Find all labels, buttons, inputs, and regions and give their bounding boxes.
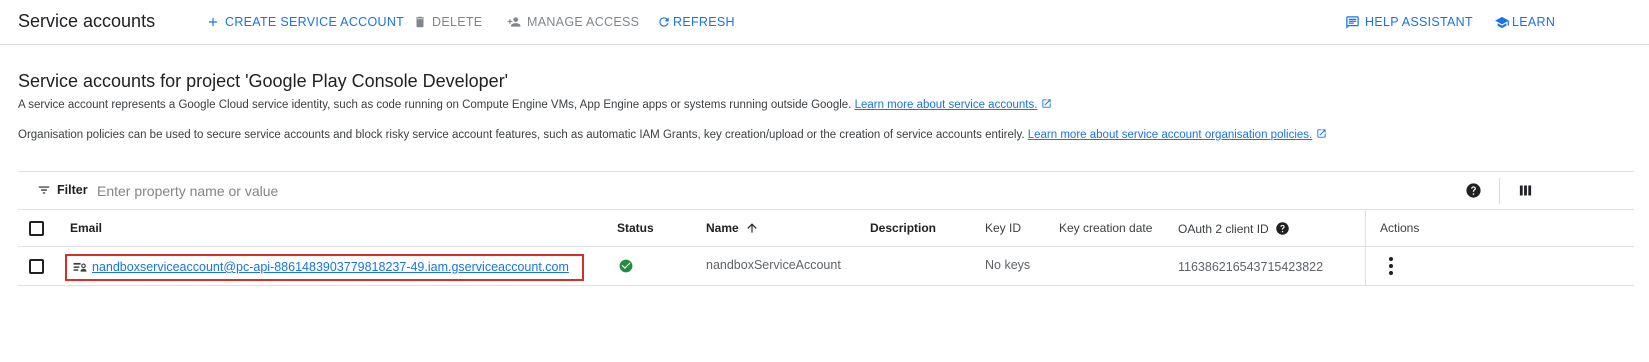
column-header-email-label: Email [70,221,103,235]
row-actions-button[interactable] [1384,256,1398,281]
email-highlight-box: nandboxserviceaccount@pc-api-88614839037… [65,254,584,281]
manage-access-button[interactable]: MANAGE ACCESS [506,12,639,32]
help-circle-icon[interactable] [1275,221,1290,236]
column-header-actions-label: Actions [1380,221,1420,235]
email-cell: nandboxserviceaccount@pc-api-88614839037… [73,260,569,274]
filter-input[interactable] [97,181,697,201]
create-service-account-label: CREATE SERVICE ACCOUNT [225,15,405,29]
plus-icon [208,17,218,27]
column-header-oauth-client-id: OAuth 2 client ID [1178,221,1290,236]
service-account-icon [73,262,87,272]
open-in-new-icon [1042,99,1052,108]
oauth-client-id-value: 116386216543715423822 [1178,260,1324,274]
create-service-account-button[interactable]: CREATE SERVICE ACCOUNT [206,12,404,32]
open-in-new-icon [1317,129,1326,138]
trash-icon [415,16,425,28]
more-vert-icon [1389,257,1393,275]
check-circle-icon [619,259,633,273]
table-row: nandboxserviceaccount@pc-api-88614839037… [18,247,1634,286]
refresh-label: REFRESH [673,15,735,29]
column-header-key-id-label: Key ID [985,221,1022,235]
org-policy-description-text: Organisation policies can be used to sec… [18,129,1025,141]
help-circle-icon [1466,183,1481,198]
chat-icon [1346,15,1359,29]
column-header-status[interactable]: Status [617,221,654,235]
learn-label: LEARN [1512,15,1556,29]
column-header-description[interactable]: Description [870,221,936,235]
columns-icon [1519,185,1532,196]
service-account-description-text: A service account represents a Google Cl… [18,99,852,111]
manage-access-label: MANAGE ACCESS [527,15,640,29]
column-header-actions: Actions [1380,221,1419,235]
key-id-value: No keys [985,258,1031,272]
service-account-description: A service account represents a Google Cl… [18,98,1052,111]
page-title: Service accounts [18,11,156,31]
learn-more-service-accounts-label: Learn more about service accounts. [854,99,1038,111]
section-title: Service accounts for project 'Google Pla… [18,71,509,91]
filter-button[interactable]: Filter [37,183,88,197]
school-icon [1495,16,1509,28]
service-account-name: nandboxServiceAccount [706,258,841,272]
column-header-key-id: Key ID [985,221,1021,235]
learn-more-service-accounts-link[interactable]: Learn more about service accounts. [855,99,1038,111]
row-select-checkbox[interactable] [29,259,44,274]
learn-more-org-policies-label: Learn more about service account organis… [1027,129,1313,141]
column-header-status-label: Status [617,221,654,235]
column-header-oauth-client-id-label: OAuth 2 client ID [1178,221,1269,236]
refresh-button[interactable]: REFRESH [657,12,735,32]
column-header-name[interactable]: Name [706,221,759,235]
arrow-up-icon [747,223,757,233]
column-header-key-creation-date: Key creation date [1059,221,1152,235]
org-policy-description: Organisation policies can be used to sec… [18,128,1327,141]
column-display-button[interactable] [1518,183,1533,203]
column-header-description-label: Description [870,221,937,235]
help-assistant-label: HELP ASSISTANT [1365,15,1473,29]
filter-label: Filter [57,183,88,197]
delete-button[interactable]: DELETE [413,12,482,32]
top-toolbar: Service accounts CREATE SERVICE ACCOUNT … [0,0,1649,45]
column-header-email[interactable]: Email [70,221,102,235]
column-header-name-label: Name [706,221,739,235]
help-button[interactable] [1465,182,1482,204]
filter-icon [38,186,50,194]
help-assistant-button[interactable]: HELP ASSISTANT [1345,12,1473,32]
refresh-icon [659,17,669,27]
toolbar-divider [1499,178,1500,204]
table-header: Email Status Name Description Key ID Key… [18,210,1634,286]
learn-more-org-policies-link[interactable]: Learn more about service account organis… [1028,129,1312,141]
person-add-icon [507,17,521,27]
delete-label: DELETE [432,15,483,29]
learn-button[interactable]: LEARN [1494,12,1555,32]
filter-bar: Filter [18,171,1634,210]
select-all-checkbox[interactable] [29,221,44,236]
column-header-key-creation-date-label: Key creation date [1059,221,1153,235]
service-account-email-link[interactable]: nandboxserviceaccount@pc-api-88614839037… [92,260,569,274]
